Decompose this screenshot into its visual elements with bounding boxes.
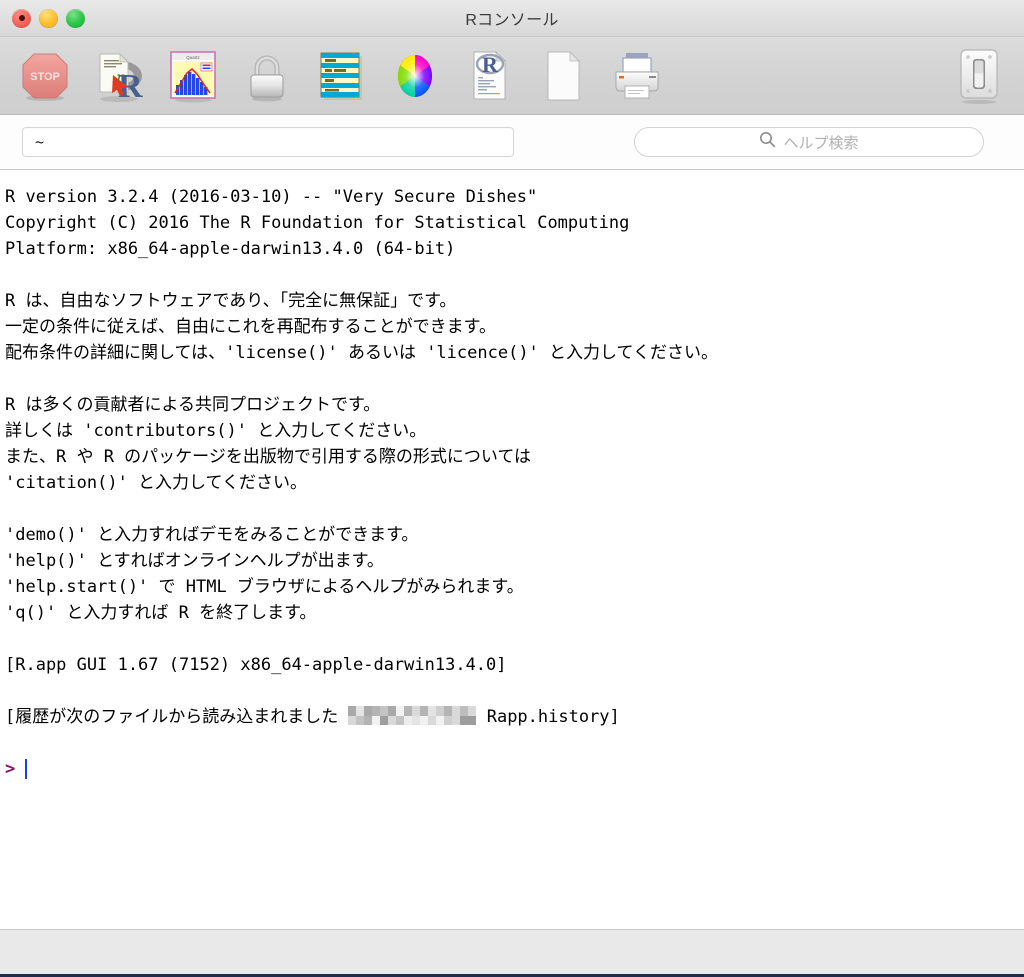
toolbar: STOP .r R Quartz R bbox=[0, 37, 1024, 115]
svg-text:R: R bbox=[482, 52, 499, 77]
console-output-area[interactable]: R version 3.2.4 (2016-03-10) -- "Very Se… bbox=[0, 170, 1024, 929]
printer-icon bbox=[609, 48, 665, 104]
history-line-suffix: Rapp.history] bbox=[476, 707, 620, 727]
console-line: 配布条件の詳細に関しては、'license()' あるいは 'licence()… bbox=[5, 343, 719, 363]
close-button[interactable] bbox=[12, 8, 31, 28]
working-directory-field[interactable]: ~ bbox=[22, 127, 514, 157]
console-prompt-line[interactable]: > bbox=[5, 756, 1024, 782]
blank-document-icon bbox=[539, 47, 587, 105]
new-document-button[interactable] bbox=[532, 45, 594, 107]
r-script-icon: .r R bbox=[90, 47, 148, 105]
toolbar-buttons: STOP .r R Quartz R bbox=[14, 45, 668, 107]
help-search-placeholder: ヘルプ検索 bbox=[783, 134, 859, 152]
console-line: 'q()' と入力すれば R を終了します。 bbox=[5, 603, 317, 623]
console-line: 一定の条件に従えば、自由にこれを再配布することができます。 bbox=[5, 317, 496, 337]
lock-icon bbox=[241, 48, 293, 104]
text-caret bbox=[25, 759, 28, 779]
minimize-button[interactable] bbox=[39, 8, 58, 28]
title-bar: Rコンソール bbox=[0, 0, 1024, 37]
data-table-icon bbox=[314, 47, 368, 105]
history-line-prefix: [履歴が次のファイルから読み込まれました bbox=[5, 707, 349, 727]
console-line: また、R や R のパッケージを出版物で引用する際の形式については bbox=[5, 447, 531, 467]
redacted-path bbox=[348, 706, 477, 725]
prompt-symbol: > bbox=[5, 759, 16, 779]
console-line: Platform: x86_64-apple-darwin13.4.0 (64-… bbox=[5, 239, 456, 259]
lock-button[interactable] bbox=[236, 45, 298, 107]
zoom-button[interactable] bbox=[66, 8, 85, 28]
path-search-bar: ~ ヘルプ検索 bbox=[0, 115, 1024, 170]
print-button[interactable] bbox=[606, 45, 668, 107]
stop-button[interactable]: STOP bbox=[14, 45, 76, 107]
window-title: Rコンソール bbox=[465, 12, 559, 29]
console-line: 'help.start()' で HTML ブラウザによるヘルプがみられます。 bbox=[5, 577, 524, 597]
stop-icon: STOP bbox=[17, 48, 73, 104]
console-line: 'citation()' と入力してください。 bbox=[5, 473, 308, 493]
console-line: R version 3.2.4 (2016-03-10) -- "Very Se… bbox=[5, 187, 538, 207]
quartz-plot-icon: Quartz bbox=[164, 47, 222, 105]
r-console-window: Rコンソール STOP .r R Quartz R ~ ヘルプ検索 R vers… bbox=[0, 0, 1024, 977]
svg-text:STOP: STOP bbox=[30, 71, 60, 83]
svg-text:Quartz: Quartz bbox=[186, 55, 200, 60]
console-line: [R.app GUI 1.67 (7152) x86_64-apple-darw… bbox=[5, 655, 507, 675]
search-icon bbox=[759, 131, 776, 153]
console-line: 'demo()' と入力すればデモをみることができます。 bbox=[5, 525, 419, 545]
toolbar-toggle-button[interactable] bbox=[948, 45, 1010, 107]
r-document-icon: R bbox=[464, 47, 514, 105]
console-line: 詳しくは 'contributors()' と入力してください。 bbox=[5, 421, 427, 441]
working-directory-value: ~ bbox=[35, 133, 45, 151]
workspace-browser-button[interactable] bbox=[310, 45, 372, 107]
console-line: 'help()' とすればオンラインヘルプが出ます。 bbox=[5, 551, 384, 571]
source-script-button[interactable]: .r R bbox=[88, 45, 150, 107]
window-controls bbox=[12, 8, 85, 28]
console-line: R は、自由なソフトウェアであり、「完全に無保証」です。 bbox=[5, 291, 457, 311]
status-bar bbox=[0, 929, 1024, 977]
help-search-field[interactable]: ヘルプ検索 bbox=[634, 127, 984, 157]
color-picker-button[interactable] bbox=[384, 45, 446, 107]
color-wheel-icon bbox=[389, 48, 441, 104]
r-document-button[interactable]: R bbox=[458, 45, 520, 107]
console-history-line: [履歴が次のファイルから読み込まれました Rapp.history] bbox=[5, 706, 620, 727]
switch-icon bbox=[951, 45, 1007, 107]
console-text: R version 3.2.4 (2016-03-10) -- "Very Se… bbox=[5, 184, 1024, 756]
quartz-plot-button[interactable]: Quartz bbox=[162, 45, 224, 107]
console-line: Copyright (C) 2016 The R Foundation for … bbox=[5, 213, 630, 233]
console-line: R は多くの貢献者による共同プロジェクトです。 bbox=[5, 395, 381, 415]
